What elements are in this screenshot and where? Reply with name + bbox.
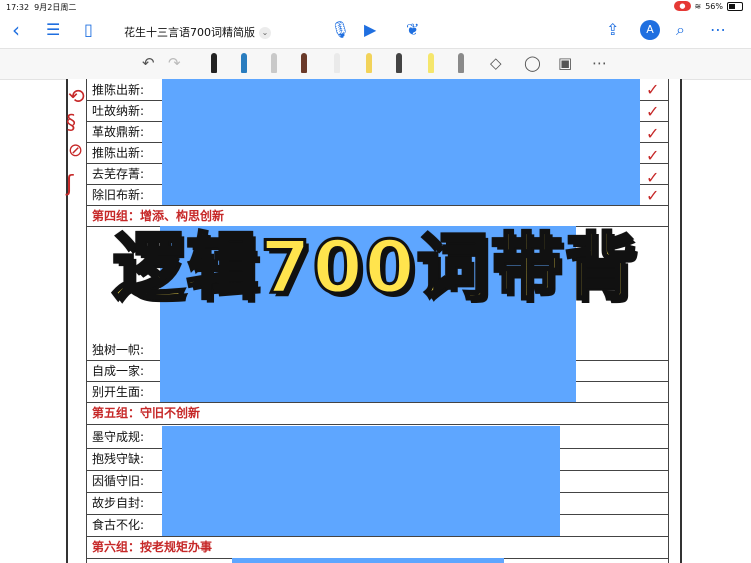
answer-mask[interactable] [162,426,560,536]
pen-brown-icon[interactable] [301,53,307,73]
handwritten-note: ⊘ [68,140,84,161]
image-icon[interactable]: ▣ [558,53,572,73]
pencil-icon[interactable] [271,53,277,73]
status-right: ● ≋ 56% [674,1,743,11]
list-icon[interactable]: ☰ [46,20,60,40]
search-icon[interactable]: ⌕ [676,20,685,40]
status-time: 17:32 9月2日周二 [6,3,77,12]
term-label: 独树一帜: [92,343,145,357]
pen-black-icon[interactable] [211,53,217,73]
answer-mask[interactable] [162,79,640,205]
more-tools-icon[interactable]: ⋯ [592,53,607,73]
term-label: 食古不化: [92,518,145,532]
term-label: 革故鼎新: [92,125,145,139]
page-right-edge [680,79,682,563]
check-mark-icon: ✓ [646,168,660,187]
term-label: 别开生面: [92,385,145,399]
lasso-icon[interactable]: ◯ [524,53,541,73]
battery-icon [727,1,743,11]
handwritten-note: ⟲ [68,84,85,108]
undo-icon[interactable]: ↶ [142,53,155,73]
term-label: 除旧布新: [92,188,145,202]
check-mark-icon: ✓ [646,146,660,165]
wifi-icon: ≋ [694,1,702,11]
eraser-icon[interactable]: ◇ [490,53,502,73]
status-date: 9月2日周二 [34,3,77,12]
profile-icon[interactable]: A [640,20,660,40]
top-bar: ‹ ☰ ▯ 花生十三言语700词精简版 ⌄ 🎙 ▶ ❦ ⇪ A ⌕ ⋯ [0,14,751,48]
pen-white-icon[interactable] [334,53,340,73]
table-right-border [668,79,669,563]
check-mark-icon: ✓ [646,186,660,205]
share-icon[interactable]: ⇪ [606,20,619,40]
battery-percent: 56% [705,1,723,11]
status-bar: 17:32 9月2日周二 ● ≋ 56% [0,0,751,14]
recording-indicator: ● [674,1,691,11]
term-label: 推陈出新: [92,146,145,160]
group-header: 第六组：按老规矩办事 [86,536,668,559]
drawing-toolbar: ↶ ↷ ◇ ◯ ▣ ⋯ [0,48,751,80]
check-mark-icon: ✓ [646,124,660,143]
term-label: 去芜存菁: [92,167,145,181]
handwritten-note: § [66,110,76,134]
overlay-title: 逻辑700词带背 [111,224,639,311]
check-mark-icon: ✓ [646,102,660,121]
handwritten-note: ʃ [66,172,74,197]
highlighter-light-icon[interactable] [428,53,434,73]
pen-blue-icon[interactable] [241,53,247,73]
term-label: 推陈出新: [92,83,145,97]
document-title[interactable]: 花生十三言语700词精简版 ⌄ [124,24,271,40]
redo-icon[interactable]: ↷ [168,53,181,73]
highlighter-yellow-icon[interactable] [366,53,372,73]
term-label: 因循守旧: [92,474,145,488]
term-label: 墨守成规: [92,430,145,444]
pen-dark-icon[interactable] [396,53,402,73]
term-label: 故步自封: [92,496,145,510]
group-header: 第五组：守旧不创新 [86,402,668,425]
term-label: 吐故纳新: [92,104,145,118]
sidebar-icon[interactable]: ▯ [84,20,93,40]
term-label: 抱残守缺: [92,452,145,466]
back-chevron-icon[interactable]: ‹ [12,20,20,40]
pen-grey-icon[interactable] [458,53,464,73]
check-mark-icon: ✓ [646,80,660,99]
term-label: 自成一家: [92,364,145,378]
microphone-icon[interactable]: 🎙 [330,20,350,40]
title-chevron-icon[interactable]: ⌄ [259,27,271,39]
play-icon[interactable]: ▶ [364,20,376,40]
bird-icon[interactable]: ❦ [406,20,419,40]
answer-mask[interactable] [232,558,504,563]
more-icon[interactable]: ⋯ [710,20,726,40]
